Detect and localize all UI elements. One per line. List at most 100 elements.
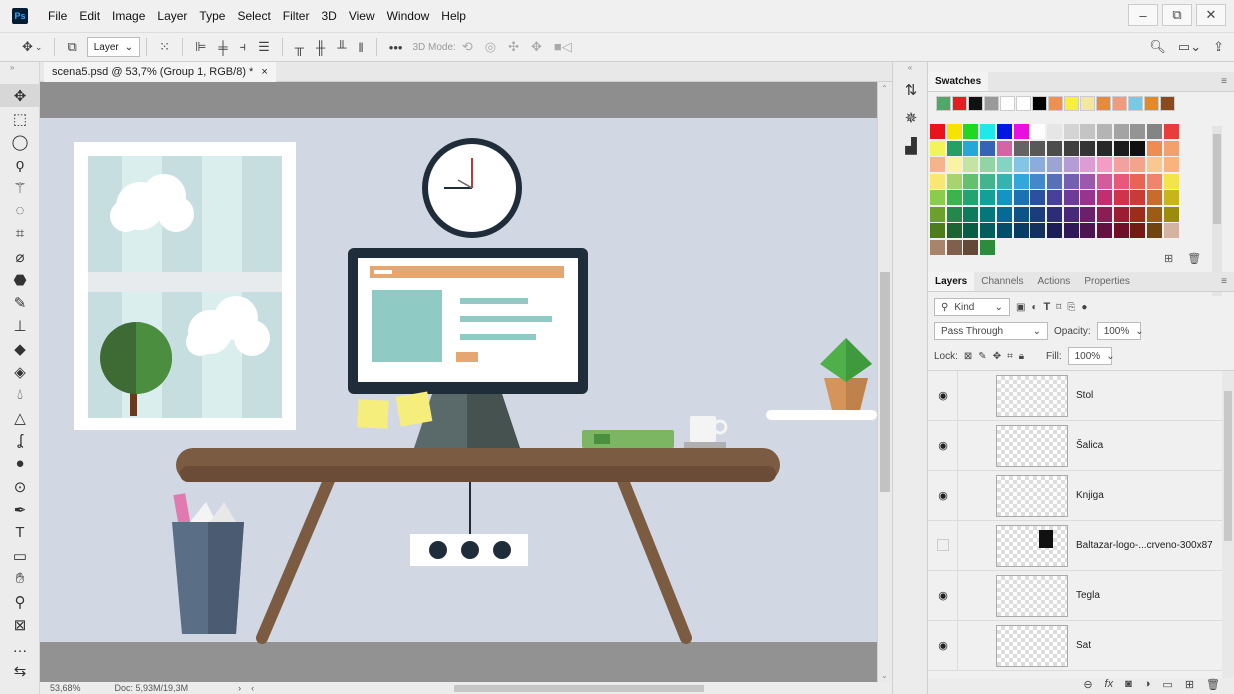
eyedropper-tool-icon[interactable]: ⌀ (0, 245, 40, 268)
share-icon[interactable]: ⇪ (1213, 39, 1224, 55)
color-swatch[interactable] (1097, 173, 1112, 189)
scrollbar-thumb[interactable] (880, 272, 890, 492)
3d-camera-icon[interactable]: ■◁ (554, 39, 572, 55)
color-swatch[interactable] (1030, 173, 1046, 189)
layer-thumbnail[interactable] (996, 475, 1068, 517)
lock-all-icon[interactable]: 🔒︎ (1019, 351, 1024, 362)
tab-properties[interactable]: Properties (1077, 272, 1137, 291)
color-swatch[interactable] (963, 239, 979, 255)
color-swatch[interactable] (946, 223, 962, 238)
layer-row[interactable]: ◉ Sat (928, 621, 1222, 671)
align-bottom-icon[interactable]: ╨ (337, 40, 346, 55)
scrollbar-thumb[interactable] (1213, 134, 1221, 224)
layer-thumbnail[interactable] (996, 525, 1068, 567)
delete-layer-icon[interactable]: 🗑︎ (1206, 678, 1220, 694)
recent-swatch[interactable] (1096, 96, 1111, 111)
menu-type[interactable]: Type (193, 9, 231, 23)
color-swatch[interactable] (980, 239, 996, 255)
color-swatch[interactable] (1130, 173, 1146, 189)
scroll-left-icon[interactable]: ‹ (251, 683, 254, 693)
color-swatch[interactable] (1113, 124, 1129, 139)
visibility-eye-icon[interactable]: ◉ (937, 489, 949, 502)
recent-swatch[interactable] (1112, 96, 1127, 111)
sharpen-tool-icon[interactable]: △ (0, 406, 40, 429)
recent-swatch[interactable] (1160, 96, 1175, 111)
color-swatch[interactable] (1080, 140, 1096, 156)
color-swatch[interactable] (1046, 140, 1062, 156)
color-swatch[interactable] (1097, 140, 1112, 156)
color-swatch[interactable] (1163, 223, 1179, 238)
color-swatch[interactable] (963, 223, 979, 238)
color-swatch[interactable] (963, 173, 979, 189)
3d-roll-icon[interactable]: ◎ (485, 39, 496, 55)
color-swatch[interactable] (1113, 173, 1129, 189)
color-swatch[interactable] (980, 140, 996, 156)
3d-slide-icon[interactable]: ✥ (531, 39, 542, 55)
color-swatch[interactable] (980, 173, 996, 189)
visibility-eye-icon[interactable]: ◉ (937, 639, 949, 652)
color-swatch[interactable] (1113, 140, 1129, 156)
layer-row[interactable]: ◉ Šalica (928, 421, 1222, 471)
color-swatch[interactable] (1147, 124, 1163, 139)
fx-icon[interactable]: fx (1105, 678, 1114, 694)
marquee-tool-icon[interactable]: ⬚ (0, 107, 40, 130)
lasso-tool-icon[interactable]: ◯ (0, 130, 40, 153)
tab-actions[interactable]: Actions (1031, 272, 1078, 291)
recent-swatch[interactable] (1064, 96, 1079, 111)
blur-tool-icon[interactable]: 💧︎ (0, 383, 40, 406)
recent-swatch[interactable] (1032, 96, 1047, 111)
healing-tool-icon[interactable]: ⬣ (0, 268, 40, 291)
color-swatch[interactable] (1013, 173, 1029, 189)
color-swatch[interactable] (1063, 190, 1079, 205)
new-layer-icon[interactable]: ⊞ (1185, 678, 1194, 694)
layer-name[interactable]: Sat (1076, 621, 1091, 671)
menu-file[interactable]: File (42, 9, 73, 23)
visibility-eye-icon[interactable]: ◉ (937, 389, 949, 402)
magic-wand-tool-icon[interactable]: ⚚ (0, 176, 40, 199)
color-swatch[interactable] (1097, 223, 1112, 238)
smudge-tool-icon[interactable]: ʆ (0, 429, 40, 452)
menu-window[interactable]: Window (381, 9, 436, 23)
color-swatch[interactable] (1080, 223, 1096, 238)
color-swatch[interactable] (1163, 124, 1179, 139)
color-swatch[interactable] (1080, 173, 1096, 189)
new-group-icon[interactable]: ▭ (1162, 678, 1172, 694)
color-swatch[interactable] (963, 124, 979, 139)
eraser-tool-icon[interactable]: ◆ (0, 337, 40, 360)
move-tool-icon[interactable]: ✥ (22, 39, 33, 55)
shape-filter-icon[interactable]: ⌑ (1056, 302, 1061, 313)
scroll-down-icon[interactable]: ⌄ (881, 671, 888, 680)
smart-object-filter-icon[interactable]: ⎘ (1067, 302, 1075, 313)
lock-transparent-icon[interactable]: ⊠ (964, 351, 972, 362)
color-swatch[interactable] (980, 190, 996, 205)
default-colors-icon[interactable]: ⇆ (0, 659, 40, 682)
color-swatch[interactable] (1097, 124, 1112, 139)
paint-bucket-tool-icon[interactable]: ◈ (0, 360, 40, 383)
canvas-vertical-scrollbar[interactable]: ⌃ ⌄ (877, 82, 892, 682)
align-center-icon[interactable]: ╪ (218, 40, 227, 55)
pixel-filter-icon[interactable]: ▣ (1016, 302, 1025, 313)
tab-layers[interactable]: Layers (928, 272, 975, 291)
color-swatch[interactable] (1163, 140, 1179, 156)
3d-orbit-icon[interactable]: ⟲ (462, 39, 473, 55)
swatches-scrollbar[interactable] (1212, 126, 1222, 296)
recent-swatch[interactable] (1000, 96, 1015, 111)
recent-swatch[interactable] (936, 96, 951, 111)
menu-view[interactable]: View (343, 9, 381, 23)
search-icon[interactable]: 🔍︎ (1149, 39, 1166, 55)
color-swatch[interactable] (1030, 190, 1046, 205)
link-layers-icon[interactable]: ⊖ (1083, 678, 1092, 694)
adjustment-filter-icon[interactable]: ◐ (1031, 302, 1037, 313)
color-swatch[interactable] (963, 157, 979, 172)
panel-menu-icon[interactable]: ≡ (1214, 72, 1234, 91)
distribute-icon[interactable]: ☰ (258, 39, 270, 55)
color-swatch[interactable] (963, 190, 979, 205)
status-menu-icon[interactable]: › (238, 683, 241, 693)
color-swatch[interactable] (1013, 140, 1029, 156)
crop-tool-icon[interactable]: ⌗ (0, 222, 40, 245)
color-swatch[interactable] (1130, 223, 1146, 238)
stamp-tool-icon[interactable]: ⊥ (0, 314, 40, 337)
color-swatch[interactable] (1113, 190, 1129, 205)
chevron-down-icon[interactable]: ⌄ (35, 42, 43, 53)
tab-close-icon[interactable]: × (261, 66, 267, 78)
